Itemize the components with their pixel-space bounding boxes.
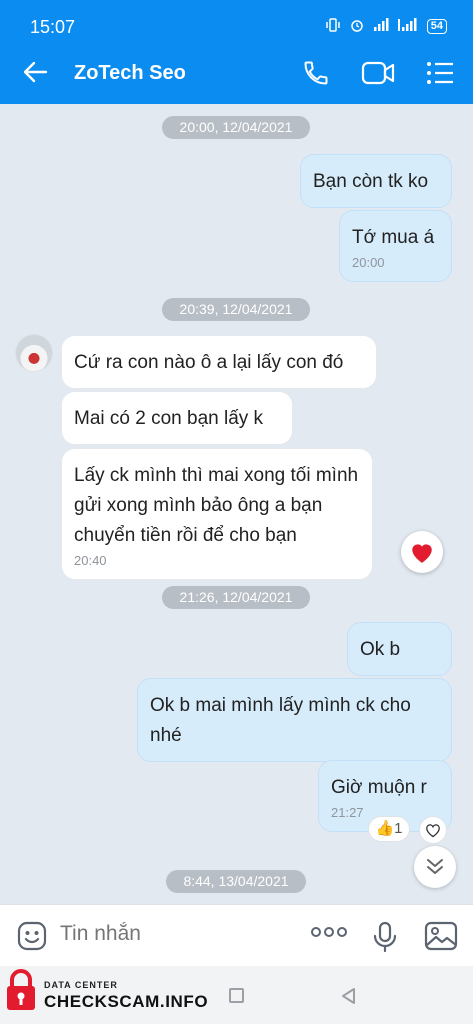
message-bubble[interactable]: Ok b mai mình lấy mình ck cho nhé [137, 678, 452, 762]
chat-area[interactable]: 20:00, 12/04/2021 Bạn còn tk ko Tớ mua á… [0, 104, 473, 904]
back-arrow-icon[interactable] [22, 60, 48, 89]
message-input[interactable] [60, 922, 280, 946]
status-time: 15:07 [30, 17, 76, 37]
more-options-icon[interactable] [311, 925, 347, 944]
microphone-icon[interactable] [372, 921, 398, 958]
home-button[interactable] [229, 988, 244, 1003]
message-text: Ok b mai mình lấy mình ck cho nhé [150, 695, 411, 746]
message-text: Giờ muộn r [331, 777, 427, 798]
video-call-icon[interactable] [361, 60, 395, 91]
vibrate-icon [325, 18, 341, 35]
message-bubble[interactable]: Ok b [347, 622, 452, 676]
status-bar: 15:07 54 [0, 0, 473, 42]
message-bubble[interactable]: Mai có 2 con bạn lấy k [61, 391, 293, 445]
alarm-icon [350, 18, 364, 35]
message-time: 20:40 [74, 553, 107, 568]
chat-header: ZoTech Seo [0, 42, 473, 104]
nav-back-icon[interactable] [339, 986, 359, 1011]
heart-icon [412, 544, 432, 563]
menu-list-icon[interactable] [426, 60, 454, 91]
signal-icon [373, 18, 389, 35]
system-nav-bar: DATA CENTER CHECKSCAM.INFO [0, 966, 473, 1024]
lock-icon [4, 968, 38, 1017]
message-bubble[interactable]: Tớ mua á 20:00 [339, 210, 452, 282]
message-bubble[interactable]: Cứ ra con nào ô a lại lấy con đó [61, 335, 377, 389]
date-stamp: 8:44, 13/04/2021 [166, 870, 306, 893]
message-bubble[interactable]: Bạn còn tk ko [300, 154, 452, 208]
watermark-line1: DATA CENTER [44, 980, 118, 990]
like-reaction-count[interactable]: 👍1 [368, 816, 410, 842]
contact-name[interactable]: ZoTech Seo [74, 62, 186, 85]
message-text: Ok b [360, 639, 401, 660]
message-bubble[interactable]: Lấy ck mình thì mai xong tối mình gửi xo… [61, 448, 373, 580]
date-stamp: 20:39, 12/04/2021 [162, 298, 310, 321]
watermark: DATA CENTER CHECKSCAM.INFO [4, 966, 208, 1024]
date-stamp: 21:26, 12/04/2021 [162, 586, 310, 609]
signal-2-icon [397, 18, 418, 35]
react-button[interactable] [419, 816, 447, 844]
scroll-to-bottom-button[interactable] [414, 846, 456, 888]
double-chevron-down-icon [427, 859, 443, 874]
message-text: Lấy ck mình thì mai xong tối mình gửi xo… [74, 465, 359, 546]
message-text: Cứ ra con nào ô a lại lấy con đó [74, 352, 344, 373]
message-time: 20:00 [352, 255, 385, 270]
date-stamp: 20:00, 12/04/2021 [162, 116, 310, 139]
watermark-line2: CHECKSCAM.INFO [44, 992, 209, 1011]
image-gallery-icon[interactable] [424, 921, 458, 956]
thumbs-up-icon: 👍 [375, 820, 395, 837]
heart-outline-icon [426, 824, 440, 838]
contact-avatar[interactable] [15, 334, 53, 372]
message-input-bar [0, 904, 473, 966]
heart-reaction-button[interactable] [401, 531, 443, 573]
message-text: Mai có 2 con bạn lấy k [74, 408, 264, 429]
message-text: Bạn còn tk ko [313, 171, 429, 192]
sticker-icon[interactable] [16, 920, 48, 957]
message-text: Tớ mua á [352, 227, 435, 248]
phone-call-icon[interactable] [302, 59, 330, 92]
status-icons: 54 [325, 18, 447, 35]
battery-indicator: 54 [426, 19, 447, 34]
